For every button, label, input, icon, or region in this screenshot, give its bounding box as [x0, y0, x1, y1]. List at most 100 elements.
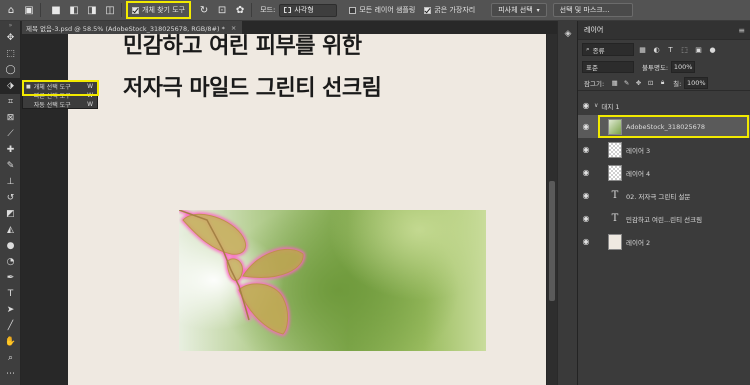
canvas-headline-2[interactable]: 저자극 마일드 그린티 선크림: [123, 70, 382, 102]
panel-dock: ◈: [557, 21, 577, 385]
stamp-tool-icon[interactable]: ⊥: [0, 174, 21, 190]
kind-filter-dropdown[interactable]: ⌕ 종류: [582, 43, 634, 56]
subtract-selection-icon[interactable]: ◨: [85, 3, 99, 17]
show-objects-icon[interactable]: ⊡: [215, 3, 229, 17]
move-tool-icon[interactable]: ✥: [0, 30, 21, 46]
zoom-tool-icon[interactable]: ⌕: [0, 350, 21, 366]
filter-type-icon[interactable]: T: [665, 44, 676, 55]
hard-edge-checkbox[interactable]: [424, 6, 432, 14]
scrollbar-thumb[interactable]: [549, 181, 555, 301]
tool-preset-icon[interactable]: ▣: [22, 3, 36, 17]
pen-tool-icon[interactable]: ✒: [0, 270, 21, 286]
filter-toggle-icon[interactable]: ●: [707, 44, 718, 55]
sample-all-layers-checkbox[interactable]: [349, 6, 357, 14]
layer-4[interactable]: ◉ 레이어 4: [578, 161, 750, 184]
crop-tool-icon[interactable]: ⌗: [0, 94, 21, 110]
filter-adjustment-icon[interactable]: ◐: [651, 44, 662, 55]
dodge-tool-icon[interactable]: ◔: [0, 254, 21, 270]
history-brush-tool-icon[interactable]: ↺: [0, 190, 21, 206]
select-mask-label: 선택 및 마스크...: [559, 6, 610, 14]
layer-adobestock-image[interactable]: ◉ AdobeStock_318025678: [578, 115, 750, 138]
intersect-selection-icon[interactable]: ◫: [103, 3, 117, 17]
blend-mode-dropdown[interactable]: 표준: [582, 61, 634, 73]
document-tab[interactable]: 제목 없음-3.psd @ 58.5% (AdobeStock_31802567…: [22, 21, 242, 34]
type-layer-icon: T: [611, 213, 619, 224]
visibility-eye-icon[interactable]: ◉: [578, 230, 594, 253]
paint-bucket-tool-icon[interactable]: ◭: [0, 222, 21, 238]
leaf-photo[interactable]: [179, 210, 486, 351]
filter-pixel-icon[interactable]: ▦: [637, 44, 648, 55]
visibility-eye-icon[interactable]: ◉: [578, 184, 594, 207]
layer-2[interactable]: ◉ 레이어 2: [578, 230, 750, 253]
path-selection-tool-icon[interactable]: ➤: [0, 302, 21, 318]
artboard[interactable]: 민감하고 여린 피부를 위한 저자극 마일드 그린티 선크림: [68, 34, 546, 385]
document-area[interactable]: 민감하고 여린 피부를 위한 저자극 마일드 그린티 선크림 ■ 개체 선택 도…: [22, 34, 547, 385]
fill-field[interactable]: 100%: [684, 76, 709, 89]
lock-all-icon[interactable]: 🔒︎: [658, 78, 667, 87]
divider: [251, 3, 253, 17]
home-icon[interactable]: ⌂: [4, 3, 18, 17]
healing-brush-tool-icon[interactable]: ✚: [0, 142, 21, 158]
frame-tool-icon[interactable]: ⊠: [0, 110, 21, 126]
layers-panel-icon[interactable]: ◈: [558, 25, 578, 43]
lock-transparent-icon[interactable]: ▦: [610, 78, 619, 87]
layer-thumbnail: [608, 233, 622, 250]
layer-3[interactable]: ◉ 레이어 3: [578, 138, 750, 161]
eraser-tool-icon[interactable]: ◩: [0, 206, 21, 222]
object-selection-tool-icon[interactable]: ⬗: [0, 78, 21, 94]
visibility-eye-icon[interactable]: ◉: [578, 115, 594, 138]
lock-position-icon[interactable]: ✥: [634, 78, 643, 87]
layer-name: 02. 저자극 그린티 설문: [626, 192, 691, 201]
visibility-eye-icon[interactable]: ◉: [578, 138, 594, 161]
close-icon[interactable]: ×: [231, 24, 236, 32]
lasso-tool-icon[interactable]: ◯: [0, 62, 21, 78]
toolbar: » ✥ ⬚ ◯ ⬗ ⌗ ⊠ ⟋ ✚ ✎ ⊥ ↺ ◩ ◭ ● ◔ ✒ T ➤ ╱ …: [0, 21, 21, 385]
visibility-eye-icon[interactable]: ◉: [578, 99, 594, 112]
mode-dropdown[interactable]: 사각형: [279, 3, 338, 17]
flyout-item-magic-wand[interactable]: ■ 자동 선택 도구 W: [23, 100, 97, 109]
visibility-eye-icon[interactable]: ◉: [578, 161, 594, 184]
object-finder-checkbox[interactable]: [132, 6, 139, 14]
canvas-headline-1[interactable]: 민감하고 여린 피부를 위한: [123, 34, 362, 60]
eyedropper-tool-icon[interactable]: ⟋: [0, 126, 21, 142]
more-tools-icon[interactable]: ⋯: [0, 366, 21, 382]
gear-icon[interactable]: ✿: [233, 3, 247, 17]
divider: [40, 3, 41, 17]
object-finder-toggle[interactable]: 개체 찾기 도구: [125, 1, 192, 19]
add-selection-icon[interactable]: ◧: [67, 3, 81, 17]
brush-tool-icon[interactable]: ✎: [0, 158, 21, 174]
layer-text-headline[interactable]: ◉ T 민감하고 여린...린티 선크림: [578, 207, 750, 230]
collapse-toolbar-icon[interactable]: »: [0, 21, 21, 30]
visibility-eye-icon[interactable]: ◉: [578, 207, 594, 230]
layer-filter-row: ⌕ 종류 ▦ ◐ T ⬚ ▣ ●: [578, 40, 750, 59]
chevron-down-icon[interactable]: ∨: [594, 102, 598, 109]
layer-thumbnail: [608, 164, 622, 181]
line-tool-icon[interactable]: ╱: [0, 318, 21, 334]
layer-name: 대지 1: [601, 102, 620, 111]
search-icon: ⌕: [586, 45, 590, 53]
marquee-tool-icon[interactable]: ⬚: [0, 46, 21, 62]
panel-menu-icon[interactable]: ≡: [738, 26, 745, 35]
new-selection-icon[interactable]: ■: [49, 3, 63, 17]
tab-layers[interactable]: 레이어: [584, 25, 603, 35]
opacity-field[interactable]: 100%: [671, 61, 696, 73]
subject-select-button[interactable]: 피사체 선택 ▾: [491, 3, 547, 17]
layer-name: 레이어 2: [626, 238, 651, 247]
vertical-scrollbar[interactable]: [547, 34, 557, 385]
layer-artboard-1[interactable]: ◉ ∨ 대지 1: [578, 99, 750, 112]
sample-all-layers-toggle[interactable]: 모든 레이어 샘플링: [349, 5, 415, 15]
lock-label: 잠그기:: [584, 79, 605, 88]
filter-shape-icon[interactable]: ⬚: [679, 44, 690, 55]
filter-smart-object-icon[interactable]: ▣: [693, 44, 704, 55]
mode-label: 모드:: [260, 6, 276, 14]
type-tool-icon[interactable]: T: [0, 286, 21, 302]
hard-edge-toggle[interactable]: 굵은 가장자리: [424, 5, 475, 15]
refresh-icon[interactable]: ↻: [197, 3, 211, 17]
hand-tool-icon[interactable]: ✋: [0, 334, 21, 350]
lock-image-icon[interactable]: ✎: [622, 78, 631, 87]
blur-tool-icon[interactable]: ●: [0, 238, 21, 254]
lock-artboard-icon[interactable]: ⊡: [646, 78, 655, 87]
flyout-item-label: 자동 선택 도구: [33, 102, 71, 109]
layer-text-survey[interactable]: ◉ T 02. 저자극 그린티 설문: [578, 184, 750, 207]
select-mask-button[interactable]: 선택 및 마스크...: [552, 3, 633, 17]
